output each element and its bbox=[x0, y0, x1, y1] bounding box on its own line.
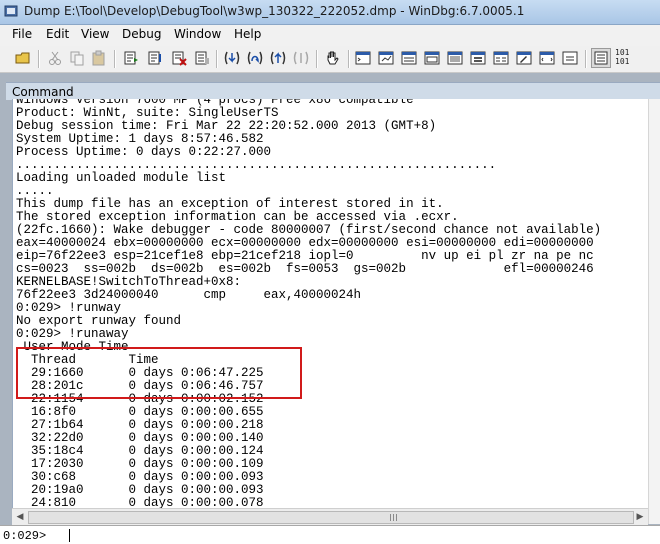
disassembly-icon[interactable] bbox=[492, 49, 510, 67]
command-window-icon[interactable] bbox=[354, 49, 372, 67]
toolbar-separator bbox=[38, 50, 39, 68]
break-icon[interactable] bbox=[193, 49, 211, 67]
windbg-app-icon[interactable] bbox=[4, 4, 18, 18]
locals-icon[interactable] bbox=[400, 49, 418, 67]
menu-bar: File Edit View Debug Window Help bbox=[0, 25, 660, 47]
restart-icon[interactable] bbox=[146, 49, 164, 67]
paste-icon[interactable] bbox=[90, 49, 108, 67]
menu-help[interactable]: Help bbox=[234, 27, 261, 41]
cut-icon[interactable] bbox=[46, 49, 64, 67]
run-to-cursor-icon[interactable] bbox=[292, 49, 310, 67]
options-icon[interactable] bbox=[591, 48, 611, 68]
copy-icon[interactable] bbox=[68, 49, 86, 67]
toolbar-separator bbox=[585, 50, 586, 68]
scratch-pad-icon[interactable] bbox=[515, 49, 533, 67]
scrollbar-thumb[interactable] bbox=[28, 511, 634, 524]
command-window-titlebar[interactable]: Command bbox=[6, 82, 660, 100]
menu-window[interactable]: Window bbox=[174, 27, 221, 41]
scroll-grip-icon bbox=[390, 514, 398, 521]
command-prompt: 0:029> bbox=[3, 529, 47, 543]
step-into-icon[interactable] bbox=[223, 49, 241, 67]
window-title: Dump E:\Tool\Develop\DebugTool\w3wp_1303… bbox=[24, 4, 525, 18]
call-stack-icon[interactable] bbox=[469, 49, 487, 67]
font-icon[interactable] bbox=[561, 49, 579, 67]
menu-view[interactable]: View bbox=[81, 27, 109, 41]
title-bar: Dump E:\Tool\Develop\DebugTool\w3wp_1303… bbox=[0, 0, 660, 25]
step-out-icon[interactable] bbox=[269, 49, 287, 67]
runaway-highlight-box bbox=[16, 347, 302, 399]
toolbar: 101 101 bbox=[0, 46, 660, 73]
source-mode-icon[interactable] bbox=[538, 49, 556, 67]
output-text: Windows Version 7600 MP (4 procs) Free x… bbox=[16, 99, 601, 508]
command-input-row: 0:029> bbox=[0, 525, 660, 544]
stop-debugging-icon[interactable] bbox=[170, 49, 188, 67]
binary-display-toggle[interactable]: 101 101 bbox=[615, 48, 629, 66]
vertical-scrollbar[interactable] bbox=[648, 99, 660, 524]
text-caret bbox=[69, 529, 70, 542]
scroll-right-arrow-icon[interactable]: ▶ bbox=[634, 511, 646, 523]
toolbar-separator bbox=[216, 50, 217, 68]
command-input[interactable] bbox=[68, 528, 653, 542]
memory-icon[interactable] bbox=[446, 49, 464, 67]
output-line: Loading unloaded module list bbox=[16, 171, 227, 185]
scroll-left-arrow-icon[interactable]: ◀ bbox=[14, 511, 26, 523]
open-icon[interactable] bbox=[14, 49, 32, 67]
toolbar-separator bbox=[348, 50, 349, 68]
command-output-pane[interactable]: Windows Version 7600 MP (4 procs) Free x… bbox=[12, 99, 649, 508]
command-window-title: Command bbox=[12, 85, 74, 99]
registers-icon[interactable] bbox=[423, 49, 441, 67]
horizontal-scrollbar[interactable]: ◀ ▶ bbox=[12, 508, 648, 525]
output-line: 24:810 0 days 0:00:00.078 bbox=[16, 496, 264, 509]
toolbar-separator bbox=[316, 50, 317, 68]
hand-icon[interactable] bbox=[324, 49, 342, 67]
menu-edit[interactable]: Edit bbox=[46, 27, 69, 41]
watch-icon[interactable] bbox=[377, 49, 395, 67]
menu-debug[interactable]: Debug bbox=[122, 27, 161, 41]
go-icon[interactable] bbox=[122, 49, 140, 67]
toolbar-separator bbox=[114, 50, 115, 68]
step-over-icon[interactable] bbox=[246, 49, 264, 67]
menu-file[interactable]: File bbox=[12, 27, 32, 41]
